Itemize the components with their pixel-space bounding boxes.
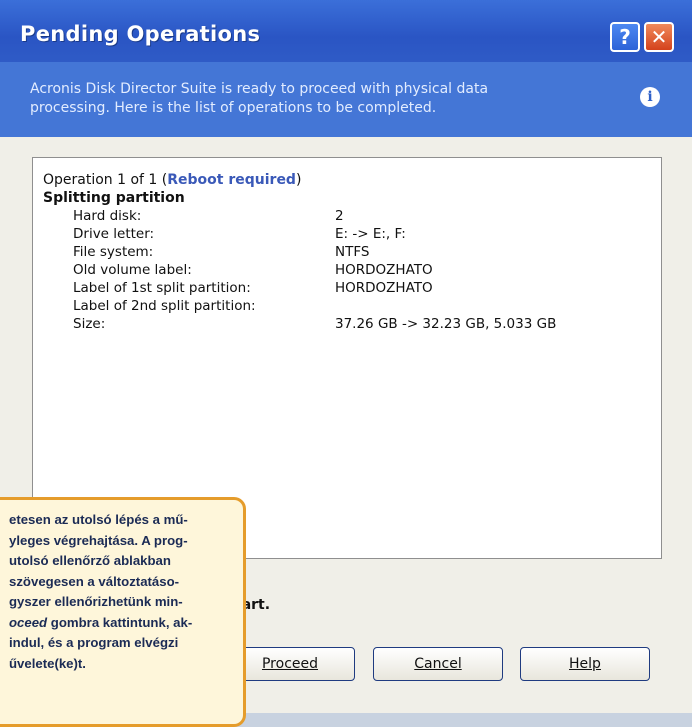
close-icon[interactable]: ✕ [644, 22, 674, 52]
caption-line: indul, és a program elvégzi [9, 635, 179, 650]
operation-heading: Operation 1 of 1 (Reboot required) [43, 172, 301, 188]
detail-label: Old volume label: [73, 262, 192, 278]
detail-label: Hard disk: [73, 208, 142, 224]
caption-line: utolsó ellenőrző ablakban [9, 553, 171, 568]
detail-value: 37.26 GB -> 32.23 GB, 5.033 GB [335, 316, 557, 332]
info-icon: i [640, 87, 660, 107]
detail-value: HORDOZHATO [335, 262, 433, 278]
caption-emphasis: oceed [9, 614, 48, 630]
caption-line: szövegesen a változtatáso- [9, 573, 180, 589]
detail-label: Drive letter: [73, 226, 155, 242]
caption-line: gyszer ellenőrizhetünk min- [9, 594, 183, 609]
detail-label: Label of 1st split partition: [73, 280, 251, 296]
caption-line: etesen az utolsó lépés a mű- [9, 512, 188, 527]
reboot-required-label: Reboot required [167, 172, 296, 188]
header-description: Acronis Disk Director Suite is ready to … [30, 81, 489, 116]
detail-value: HORDOZHATO [335, 280, 433, 296]
cancel-label: Cancel [414, 656, 462, 672]
proceed-label: Proceed [261, 656, 319, 672]
operation-prefix: Operation 1 of 1 ( [43, 172, 168, 188]
title-bar: Pending Operations ? ✕ [0, 0, 692, 62]
detail-label: Size: [73, 316, 106, 332]
help-label: Help [569, 656, 601, 672]
detail-value: E: -> E:, F: [335, 226, 406, 242]
detail-value: NTFS [335, 244, 370, 260]
caption-line: yleges végrehajtása. A prog- [9, 532, 188, 548]
detail-value: 2 [335, 208, 344, 224]
detail-label: File system: [73, 244, 154, 260]
caption-line-rest: gombra kattintunk, ak- [47, 614, 193, 630]
dialog-header: Acronis Disk Director Suite is ready to … [0, 62, 692, 137]
magazine-caption: etesen az utolsó lépés a mű- yleges végr… [0, 497, 246, 727]
help-icon[interactable]: ? [610, 22, 640, 52]
help-button[interactable]: Help [520, 647, 650, 681]
detail-label: Label of 2nd split partition: [73, 298, 256, 314]
operation-name: Splitting partition [43, 190, 185, 206]
dialog-title: Pending Operations [20, 22, 261, 46]
caption-line: oceed gombra kattintunk, ak- [9, 613, 237, 634]
operation-suffix: ) [295, 172, 302, 188]
caption-line: űvelete(ke)t. [9, 655, 86, 671]
cancel-button[interactable]: Cancel [373, 647, 503, 681]
